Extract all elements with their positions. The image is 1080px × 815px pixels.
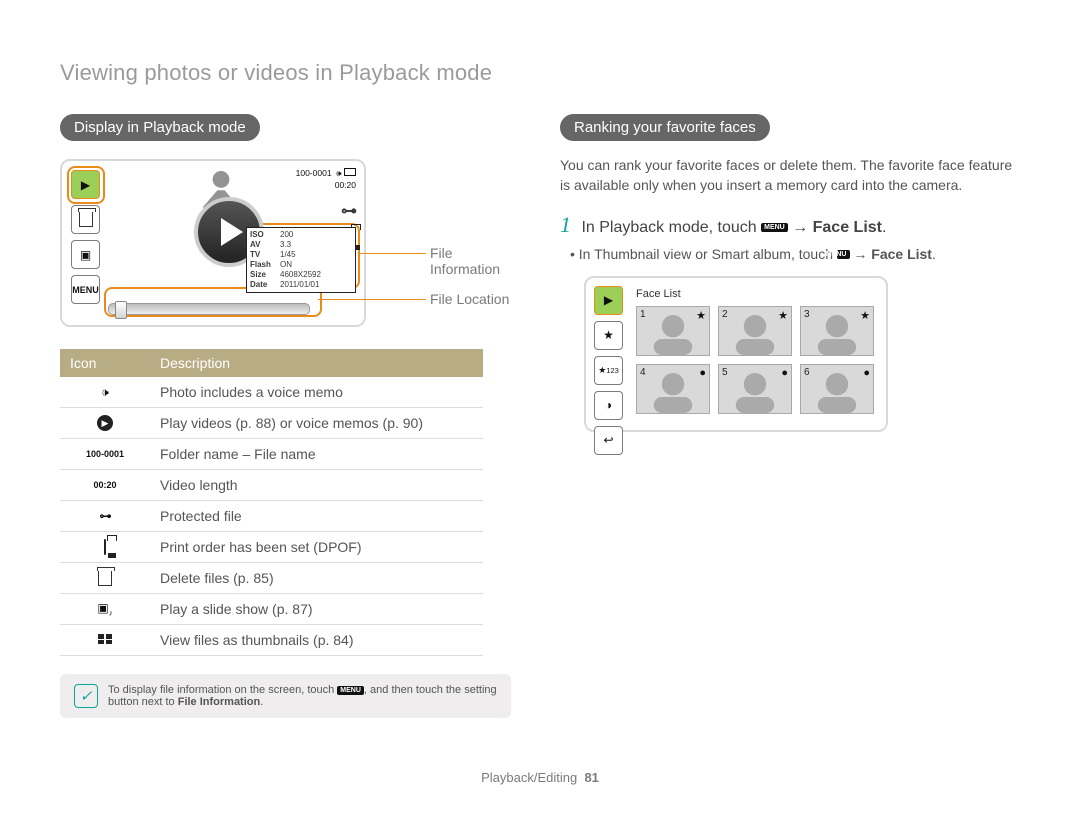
timeline[interactable] <box>108 303 310 315</box>
step-1: 1 In Playback mode, touch MENU → Face Li… <box>560 212 1020 238</box>
slideshow-icon: ▣♪ <box>60 594 150 625</box>
section-heading-display: Display in Playback mode <box>60 114 260 141</box>
voice-memo-icon: 🕩 <box>60 377 150 408</box>
play-icon: ▶ <box>60 408 150 439</box>
page-footer: Playback/Editing 81 <box>0 770 1080 785</box>
ranking-description: You can rank your favorite faces or dele… <box>560 155 1020 196</box>
facelist-label: Face List <box>636 288 681 300</box>
page-title: Viewing photos or videos in Playback mod… <box>60 60 1020 86</box>
back-icon[interactable]: ↩ <box>594 426 623 455</box>
trash-icon <box>60 563 150 594</box>
playback-screen: ▶ ▣ MENU 100-0001 🕪 00:20 <box>60 159 366 327</box>
star-icon[interactable]: ★ <box>594 321 623 350</box>
face-thumb[interactable]: 1★ <box>636 306 710 356</box>
slideshow-icon[interactable]: ▣ <box>71 240 100 269</box>
face-thumb[interactable]: 2★ <box>718 306 792 356</box>
callout-file-information: File Information <box>430 245 520 277</box>
file-info-box: ISO200 AV3.3 TV1/45 FlashON Size4608X259… <box>246 227 356 293</box>
facelist-screen: ▶ ★ ★123 ◑ ↩ Face List 1★ 2★ 3★ 4● 5● 6● <box>584 276 888 432</box>
play-icon[interactable]: ▶ <box>71 170 100 199</box>
trash-icon[interactable] <box>71 205 100 234</box>
printer-icon <box>60 532 150 563</box>
face-thumb[interactable]: 6● <box>800 364 874 414</box>
edit-icon[interactable]: ◑ <box>594 391 623 420</box>
key-icon: ⊶ <box>341 201 356 221</box>
menu-icon: MENU <box>761 223 788 232</box>
face-thumb[interactable]: 3★ <box>800 306 874 356</box>
face-thumb[interactable]: 4● <box>636 364 710 414</box>
icon-description-table: IconDescription 🕩Photo includes a voice … <box>60 349 483 656</box>
menu-icon: MENU <box>337 686 364 695</box>
rank-icon[interactable]: ★123 <box>594 356 623 385</box>
note-icon: ✓ <box>74 684 98 708</box>
thumbnails-icon <box>60 625 150 656</box>
step-1-note: • In Thumbnail view or Smart album, touc… <box>584 246 1020 262</box>
key-icon: ⊶ <box>60 501 150 532</box>
callout-file-location: File Location <box>430 291 509 307</box>
section-heading-ranking: Ranking your favorite faces <box>560 114 770 141</box>
play-icon[interactable]: ▶ <box>594 286 623 315</box>
tip-box: ✓ To display file information on the scr… <box>60 674 511 718</box>
menu-icon: MENU <box>837 250 850 259</box>
file-header: 100-0001 🕪 00:20 <box>296 168 356 192</box>
face-thumb[interactable]: 5● <box>718 364 792 414</box>
menu-icon[interactable]: MENU <box>71 275 100 304</box>
